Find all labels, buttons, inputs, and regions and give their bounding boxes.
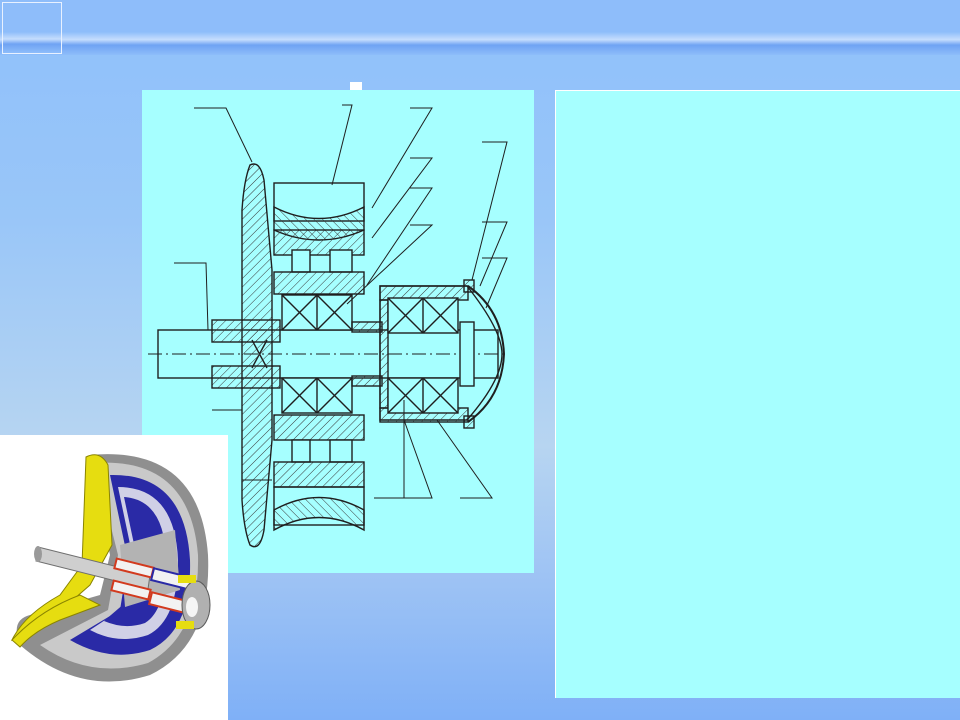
slide xyxy=(0,0,960,720)
title-bar xyxy=(0,0,960,55)
text-panel xyxy=(555,90,960,698)
pulley-disc xyxy=(241,163,273,548)
cutaway-rendering xyxy=(10,454,211,682)
title-square xyxy=(2,2,62,54)
cutaway-panel xyxy=(0,435,228,720)
